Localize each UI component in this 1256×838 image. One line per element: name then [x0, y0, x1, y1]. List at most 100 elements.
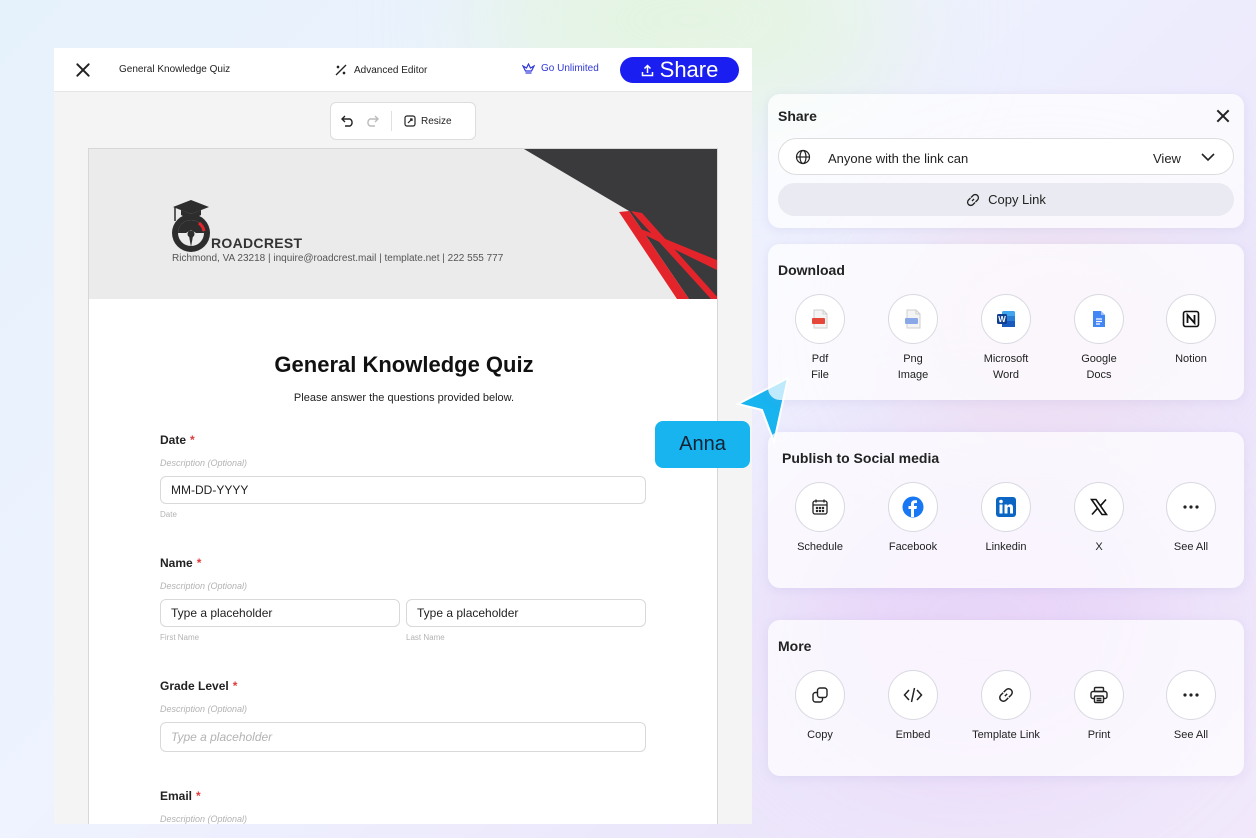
globe-icon: [795, 149, 811, 165]
link-access-dropdown[interactable]: Anyone with the link can View: [778, 138, 1234, 175]
tile-label-line1: Google: [1081, 353, 1117, 365]
document-header: ROADCREST Richmond, VA 23218 | inquire@r…: [89, 149, 717, 299]
chevron-down-icon: [1201, 153, 1215, 162]
linkedin-icon: [996, 497, 1016, 517]
download-notion[interactable]: Notion: [1151, 294, 1231, 367]
first-name-input[interactable]: Type a placeholder: [160, 599, 400, 627]
x-icon: [1090, 498, 1108, 516]
date-description: Description (Optional): [160, 458, 248, 468]
roadcrest-logo: [169, 199, 213, 253]
advanced-editor-button[interactable]: Advanced Editor: [334, 63, 427, 77]
more-see-all[interactable]: See All: [1151, 670, 1231, 743]
social-panel: Publish to Social media Schedule Faceboo…: [768, 432, 1244, 588]
tile-label: See All: [1173, 541, 1209, 553]
resize-button[interactable]: Resize: [404, 115, 452, 127]
tile-label: Embed: [895, 729, 931, 741]
name-description: Description (Optional): [160, 581, 248, 591]
facebook-icon: [902, 496, 924, 518]
resize-label: Resize: [421, 115, 452, 127]
share-panel-title: Share: [778, 108, 817, 124]
download-png[interactable]: Png Image: [873, 294, 953, 383]
required-marker: *: [190, 433, 195, 447]
share-label: Share: [659, 57, 719, 82]
name-field-label: Name *: [160, 556, 201, 570]
download-google-docs[interactable]: Google Docs: [1059, 294, 1139, 383]
go-unlimited-label: Go Unlimited: [541, 63, 599, 74]
email-field-label: Email *: [160, 789, 201, 803]
grade-description: Description (Optional): [160, 704, 248, 714]
microsoft-word-icon: W: [997, 311, 1015, 327]
link-icon: [967, 193, 980, 206]
tile-label: Copy: [807, 729, 833, 741]
pdf-file-icon: [812, 309, 828, 329]
required-marker: *: [196, 789, 201, 803]
close-icon[interactable]: [1215, 108, 1231, 124]
canvas-toolbar: Resize: [330, 102, 476, 140]
more-template-link[interactable]: Template Link: [966, 670, 1046, 743]
social-schedule[interactable]: Schedule: [780, 482, 860, 555]
tile-label-line1: Microsoft: [983, 353, 1029, 365]
advanced-editor-label: Advanced Editor: [354, 64, 428, 76]
tile-label: See All: [1173, 729, 1209, 741]
svg-text:W: W: [998, 315, 1006, 324]
email-description: Description (Optional): [160, 814, 248, 824]
document-title: General Knowledge Quiz: [119, 64, 231, 75]
more-print[interactable]: Print: [1059, 670, 1139, 743]
company-address: Richmond, VA 23218 | inquire@roadcrest.m…: [172, 253, 504, 264]
tile-label-line2: Word: [992, 369, 1020, 381]
last-name-sublabel: Last Name: [406, 633, 445, 642]
date-input[interactable]: MM-DD-YYYY: [160, 476, 646, 504]
close-icon[interactable]: [74, 61, 92, 79]
google-docs-icon: [1093, 311, 1105, 327]
download-panel: Download Pdf File Png Image W Microsoft Wor…: [768, 244, 1244, 400]
more-copy[interactable]: Copy: [780, 670, 860, 743]
first-name-sublabel: First Name: [160, 633, 200, 642]
more-title: More: [778, 638, 812, 654]
date-sublabel: Date: [160, 510, 177, 519]
redo-icon[interactable]: [365, 115, 379, 127]
social-linkedin[interactable]: Linkedin: [966, 482, 1046, 555]
tile-label: Template Link: [972, 729, 1040, 741]
more-icon: [1183, 693, 1199, 697]
copy-link-label: Copy Link: [988, 192, 1046, 207]
magic-tools-icon: [335, 64, 347, 76]
social-see-all[interactable]: See All: [1151, 482, 1231, 555]
png-image-icon: [905, 309, 921, 329]
tile-label-line1: Notion: [1175, 353, 1207, 365]
tile-label-line1: Pdf: [811, 353, 829, 365]
copy-icon: [812, 687, 828, 703]
tile-label: Linkedin: [985, 541, 1027, 553]
tile-label: Schedule: [797, 541, 843, 553]
link-icon: [999, 688, 1013, 702]
editor-topbar: General Knowledge Quiz Advanced Editor G…: [54, 48, 752, 92]
tile-label-line2: Docs: [1086, 369, 1112, 381]
grade-field-label: Grade Level *: [160, 679, 237, 693]
notion-icon: [1182, 310, 1200, 328]
undo-icon[interactable]: [341, 115, 355, 127]
share-button[interactable]: Share: [620, 57, 739, 83]
upload-icon: [641, 63, 653, 76]
download-word[interactable]: W Microsoft Word: [966, 294, 1046, 383]
calendar-icon: [812, 499, 828, 515]
resize-icon: [404, 115, 416, 127]
printer-icon: [1090, 686, 1108, 704]
form-title: General Knowledge Quiz: [274, 352, 534, 377]
grade-input[interactable]: Type a placeholder: [160, 722, 646, 752]
required-marker: *: [232, 679, 238, 693]
date-label-text: Date: [160, 433, 187, 447]
toolbar-divider: [391, 111, 392, 131]
social-x[interactable]: X: [1059, 482, 1139, 555]
copy-link-button[interactable]: Copy Link: [778, 183, 1234, 216]
download-pdf[interactable]: Pdf File: [780, 294, 860, 383]
tile-label: Print: [1087, 729, 1111, 741]
graduation-wheel-icon: [172, 200, 210, 252]
go-unlimited-button[interactable]: Go Unlimited: [522, 63, 599, 74]
more-panel: More Copy Embed Template Link Print See …: [768, 620, 1244, 776]
last-name-input[interactable]: Type a placeholder: [406, 599, 646, 627]
tile-label-line2: Image: [897, 369, 929, 381]
tile-label-line1: Png: [903, 353, 923, 365]
social-facebook[interactable]: Facebook: [873, 482, 953, 555]
email-label-text: Email: [160, 789, 193, 803]
more-icon: [1183, 505, 1199, 509]
more-embed[interactable]: Embed: [873, 670, 953, 743]
